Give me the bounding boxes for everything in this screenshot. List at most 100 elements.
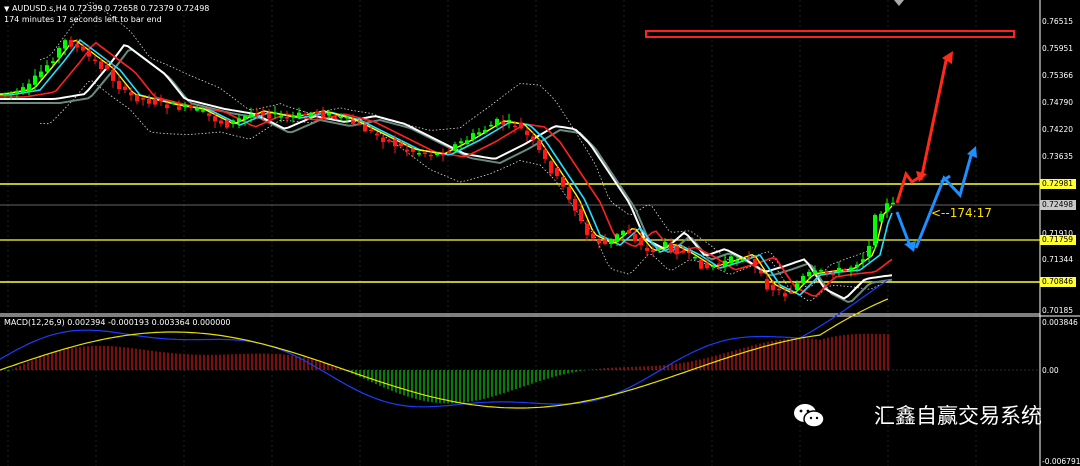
candle-body <box>345 116 349 119</box>
band-upper <box>39 1 881 288</box>
candle-body <box>141 98 145 100</box>
candle-body <box>849 267 853 271</box>
bearish-projection-arrow[interactable] <box>895 146 977 252</box>
candle-body <box>495 118 499 126</box>
watermark-text: 汇鑫自赢交易系统 <box>874 404 1042 428</box>
candle-body <box>459 141 463 144</box>
candle-body <box>297 112 301 118</box>
wechat-icon <box>794 404 825 428</box>
resistance-price-tag: 0.72981 <box>1040 179 1076 189</box>
band-lower <box>39 80 881 302</box>
candle-body <box>651 250 655 252</box>
candle-body <box>27 83 31 92</box>
candle-body <box>267 113 271 119</box>
candle-body <box>429 154 433 157</box>
candle-body <box>15 90 19 93</box>
candle-body <box>855 264 859 268</box>
candle-body <box>831 273 835 276</box>
candle-body <box>891 202 895 205</box>
candle-body <box>795 283 799 290</box>
candle-body <box>219 120 223 124</box>
candle-body <box>255 113 259 116</box>
candle-body <box>867 245 871 257</box>
ma-fast-cyan <box>0 38 893 296</box>
candle-body <box>645 247 649 251</box>
candle-body <box>405 149 409 152</box>
moving-averages <box>0 38 893 304</box>
candle-body <box>675 246 679 255</box>
price-chart[interactable] <box>0 0 1080 466</box>
candle-body <box>507 119 511 122</box>
candle-body <box>339 116 343 119</box>
candle-body <box>183 104 187 108</box>
candle-body <box>123 86 127 90</box>
price-tick: 0.76515 <box>1042 17 1074 26</box>
candle-body <box>117 80 121 90</box>
candle-body <box>555 167 559 177</box>
candle-body <box>237 118 241 122</box>
candle-body <box>39 71 43 78</box>
candle-body <box>789 292 793 294</box>
symbol-line: AUDUSD.s,H4 0.72399 0.72658 0.72379 0.72… <box>11 4 210 13</box>
candle-body <box>69 40 73 47</box>
candle-body <box>753 258 757 267</box>
candle-body <box>711 265 715 268</box>
price-tick: 0.71344 <box>1042 255 1074 264</box>
candle-body <box>579 209 583 222</box>
candle-body <box>723 260 727 267</box>
candle-body <box>573 198 577 211</box>
bar-timer: 174 minutes 17 seconds left to bar end <box>4 15 162 24</box>
candle-body <box>63 40 67 49</box>
candle-body <box>531 136 535 141</box>
candle-body <box>93 59 97 62</box>
candle-body <box>477 132 481 135</box>
candle-body <box>837 267 841 272</box>
candle-body <box>153 98 157 105</box>
candle-body <box>111 70 115 81</box>
dropdown-triangle-icon[interactable]: ▼ <box>4 5 9 13</box>
candle-body <box>783 293 787 297</box>
candle-body <box>129 92 133 96</box>
symbol-info: ▼ AUDUSD.s,H4 0.72399 0.72658 0.72379 0.… <box>4 4 209 13</box>
candle-body <box>249 114 253 118</box>
candle-body <box>9 92 13 95</box>
candle-body <box>681 251 685 253</box>
candle-body <box>87 50 91 57</box>
candle-body <box>411 149 415 152</box>
candle-body <box>333 117 337 119</box>
candle-body <box>801 276 805 284</box>
macd-tick: 0.00 <box>1042 366 1059 375</box>
target-zone-rectangle[interactable] <box>645 30 1015 38</box>
candle-body <box>615 234 619 242</box>
candle-body <box>225 120 229 128</box>
candle-body <box>657 248 661 250</box>
candle-body <box>465 140 469 145</box>
candle-body <box>693 256 697 259</box>
candle-body <box>561 177 565 187</box>
macd-indicator <box>0 279 889 409</box>
candle-body <box>399 143 403 147</box>
candle-body <box>423 152 427 154</box>
price-tick: 0.70185 <box>1042 306 1074 315</box>
candle-body <box>177 106 181 110</box>
chart-shift-marker[interactable] <box>894 0 904 6</box>
candle-body <box>861 259 865 263</box>
candle-body <box>51 61 55 64</box>
candle-body <box>741 259 745 261</box>
candle-body <box>279 116 283 118</box>
candle-body <box>285 117 289 119</box>
support-price-tag-1: 0.71759 <box>1040 235 1076 245</box>
candle-body <box>357 123 361 125</box>
candle-body <box>525 130 529 135</box>
candle-body <box>717 263 721 266</box>
candle-body <box>825 271 829 274</box>
candle-body <box>627 230 631 234</box>
candle-body <box>873 215 877 246</box>
candle-body <box>639 237 643 246</box>
candle-body <box>315 111 319 114</box>
candle-body <box>447 151 451 153</box>
candle-body <box>687 251 691 254</box>
candle-body <box>231 120 235 123</box>
candle-body <box>819 270 823 272</box>
candle-body <box>729 256 733 264</box>
